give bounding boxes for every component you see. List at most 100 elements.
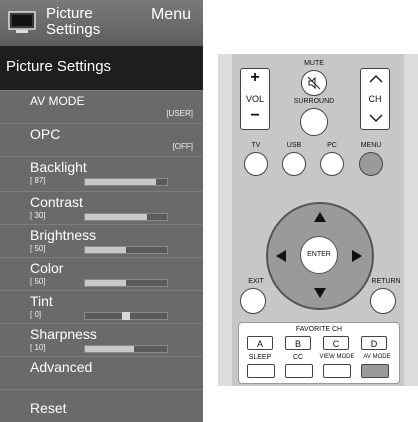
view-mode-button[interactable]	[323, 364, 351, 378]
remote-edge-left	[218, 54, 232, 386]
menu-item-value: [ 10]	[30, 343, 46, 352]
favorite-c-label: C	[332, 339, 340, 349]
favorite-d-label: D	[370, 339, 378, 349]
menu-item-value: [ 87]	[30, 176, 46, 185]
section-title: Picture Settings	[6, 58, 112, 75]
volume-rocker[interactable]: + VOL −	[240, 68, 270, 130]
menu-item-value: [USER]	[166, 109, 193, 118]
backlight-slider[interactable]	[84, 178, 168, 186]
favorite-d-button[interactable]: D	[361, 336, 387, 350]
tv-screen-icon	[8, 11, 36, 33]
menu-header-label: Menu	[150, 6, 191, 23]
favorite-a-label: A	[256, 339, 263, 349]
menu-item-value: [OFF]	[172, 142, 193, 151]
cc-button[interactable]	[285, 364, 313, 378]
arrow-right-icon	[352, 250, 362, 262]
ch-label: CH	[368, 94, 382, 104]
menu-item-tint[interactable]: Tint [ 0]	[0, 290, 203, 323]
mute-icon	[307, 76, 321, 90]
menu-item-label: Color	[30, 260, 64, 276]
surround-button[interactable]	[300, 108, 328, 136]
menu-item-label: Advanced	[30, 359, 93, 375]
menu-item-color[interactable]: Color [ 50]	[0, 257, 203, 290]
tv-button[interactable]	[244, 152, 268, 176]
menu-item-label: AV MODE	[30, 94, 85, 108]
arrow-left-icon	[276, 250, 286, 262]
mute-label: MUTE	[304, 60, 324, 67]
vol-up-glyph: +	[250, 69, 260, 86]
color-slider[interactable]	[84, 279, 168, 287]
vol-label: VOL	[245, 94, 264, 104]
menu-item-label: Contrast	[30, 194, 83, 210]
menu-items-list: AV MODE [USER] OPC [OFF] Backlight [ 87]…	[0, 90, 203, 422]
favorite-b-label: B	[294, 339, 301, 349]
av-mode-label: AV MODE	[363, 354, 391, 360]
menu-item-brightness[interactable]: Brightness [ 50]	[0, 224, 203, 257]
tv-label: TV	[251, 142, 261, 149]
view-mode-label: VIEW MODE	[319, 354, 355, 360]
sharpness-slider[interactable]	[84, 345, 168, 353]
slider-fill	[85, 214, 147, 220]
slider-knob	[122, 312, 130, 320]
slider-fill	[85, 179, 157, 185]
enter-button[interactable]: ENTER	[300, 236, 338, 274]
menu-item-label: Backlight	[30, 159, 87, 175]
pc-label: PC	[327, 142, 337, 149]
favorite-a-button[interactable]: A	[247, 336, 273, 350]
menu-header: Picture Settings Menu	[0, 0, 203, 46]
mute-button[interactable]	[301, 70, 327, 96]
favorite-b-button[interactable]: B	[285, 336, 311, 350]
menu-item-backlight[interactable]: Backlight [ 87]	[0, 156, 203, 191]
favorite-c-button[interactable]: C	[323, 336, 349, 350]
menu-item-value: [ 30]	[30, 211, 46, 220]
exit-button[interactable]	[240, 288, 266, 314]
favorite-ch-label: FAVORITE CH	[295, 326, 343, 333]
slider-fill	[85, 280, 126, 286]
slider-fill	[85, 247, 126, 253]
usb-button[interactable]	[282, 152, 306, 176]
return-button[interactable]	[370, 288, 396, 314]
arrow-up-icon	[314, 212, 326, 222]
menu-item-label: Reset	[30, 400, 67, 416]
menu-item-label: Brightness	[30, 227, 97, 243]
menu-item-contrast[interactable]: Contrast [ 30]	[0, 191, 203, 224]
menu-item-opc[interactable]: OPC [OFF]	[0, 123, 203, 156]
menu-item-av-mode[interactable]: AV MODE [USER]	[0, 90, 203, 123]
remote-body: + VOL − MUTE SURROUND CH TV USB PC MENU …	[232, 54, 404, 386]
vol-down-glyph: −	[250, 107, 260, 124]
slider-fill	[85, 346, 135, 352]
sleep-button[interactable]	[247, 364, 275, 378]
menu-item-label: Tint	[30, 293, 53, 309]
section-title-bar: Picture Settings	[0, 46, 203, 90]
menu-item-value: [ 0]	[30, 310, 42, 319]
av-mode-button[interactable]	[361, 364, 389, 378]
channel-up-icon	[369, 74, 383, 83]
menu-item-label: Sharpness	[30, 326, 97, 342]
brightness-slider[interactable]	[84, 246, 168, 254]
menu-label: MENU	[360, 142, 382, 149]
menu-item-reset[interactable]: Reset	[0, 389, 203, 422]
cc-label: CC	[292, 354, 304, 361]
contrast-slider[interactable]	[84, 213, 168, 221]
menu-item-sharpness[interactable]: Sharpness [ 10]	[0, 323, 203, 356]
channel-rocker[interactable]: CH	[360, 68, 390, 130]
menu-button[interactable]	[359, 152, 383, 176]
remote-control: + VOL − MUTE SURROUND CH TV USB PC MENU …	[218, 54, 418, 386]
remote-edge-right	[404, 54, 418, 386]
tv-picture-settings-menu: Picture Settings Menu Picture Settings A…	[0, 0, 203, 422]
tint-slider[interactable]	[84, 312, 168, 320]
menu-item-label: OPC	[30, 126, 61, 142]
sleep-label: SLEEP	[248, 354, 272, 361]
exit-label: EXIT	[248, 278, 264, 285]
channel-down-icon	[369, 114, 383, 123]
menu-item-value: [ 50]	[30, 277, 46, 286]
menu-item-advanced[interactable]: Advanced	[0, 356, 203, 389]
pc-button[interactable]	[320, 152, 344, 176]
arrow-down-icon	[314, 288, 326, 298]
menu-header-title: Picture Settings	[46, 5, 101, 38]
surround-label: SURROUND	[293, 98, 335, 105]
enter-label: ENTER	[307, 251, 331, 258]
usb-label: USB	[286, 142, 302, 149]
return-label: RETURN	[371, 278, 401, 285]
favorite-channel-panel: FAVORITE CH A B C D SLEEP CC VIEW MODE A…	[238, 322, 400, 384]
